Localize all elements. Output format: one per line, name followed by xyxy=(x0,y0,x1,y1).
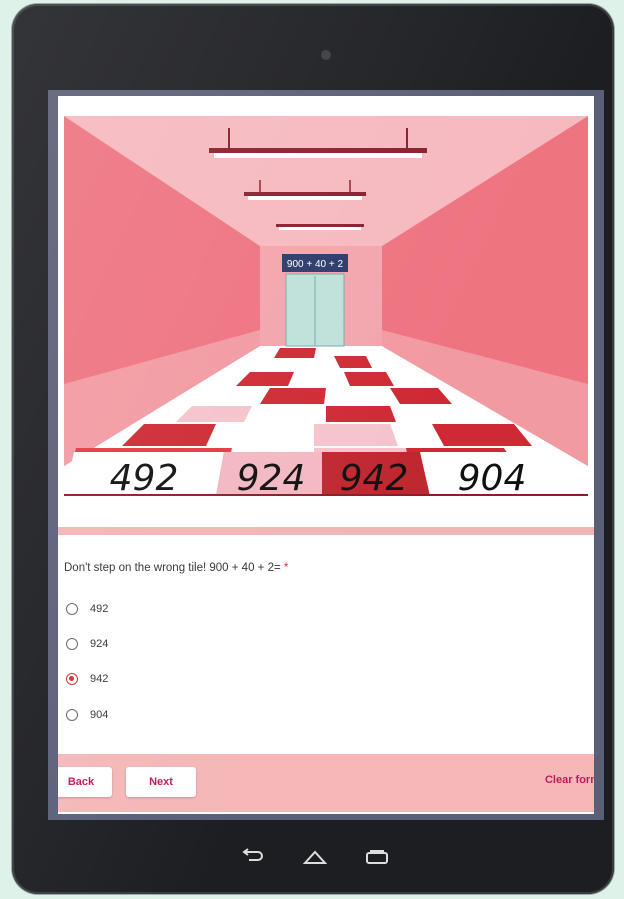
radio-button[interactable] xyxy=(66,603,78,615)
option-label: 924 xyxy=(90,638,109,650)
question-text: Don't step on the wrong tile! 900 + 40 +… xyxy=(64,562,288,574)
option-label: 492 xyxy=(90,603,109,615)
back-icon[interactable] xyxy=(242,848,266,866)
radio-button[interactable] xyxy=(66,709,78,721)
hallway-illustration: 900 + 40 + 2 492 924 942 904 xyxy=(64,116,588,496)
form-panel: 900 + 40 + 2 492 924 942 904 Don't step … xyxy=(58,96,594,814)
section-divider xyxy=(58,527,594,535)
back-button[interactable]: Back xyxy=(58,767,112,797)
option-label: 904 xyxy=(90,709,109,721)
option-942[interactable]: 942 xyxy=(66,670,108,688)
option-904[interactable]: 904 xyxy=(66,706,108,724)
elevator-sign: 900 + 40 + 2 xyxy=(287,259,344,270)
tile-number: 904 xyxy=(458,458,527,496)
tile-number: 492 xyxy=(110,458,179,496)
radio-button-selected[interactable] xyxy=(66,673,78,685)
home-icon[interactable] xyxy=(302,848,328,866)
screen: 900 + 40 + 2 492 924 942 904 Don't step … xyxy=(48,90,604,820)
next-button[interactable]: Next xyxy=(126,767,196,797)
camera-icon xyxy=(321,50,331,60)
form-nav-bar: Back Next Clear form xyxy=(58,754,594,812)
radio-button[interactable] xyxy=(66,638,78,650)
option-label: 942 xyxy=(90,673,109,685)
required-mark: * xyxy=(283,562,289,574)
tablet-device: 900 + 40 + 2 492 924 942 904 Don't step … xyxy=(12,4,614,894)
option-924[interactable]: 924 xyxy=(66,635,108,653)
tile-number: 942 xyxy=(340,458,409,496)
clear-form-link[interactable]: Clear form xyxy=(545,774,594,786)
tile-number: 924 xyxy=(237,458,306,496)
question-label: Don't step on the wrong tile! 900 + 40 +… xyxy=(64,562,281,574)
recents-icon[interactable] xyxy=(364,848,390,866)
system-nav-bar xyxy=(12,844,614,874)
option-492[interactable]: 492 xyxy=(66,600,108,618)
